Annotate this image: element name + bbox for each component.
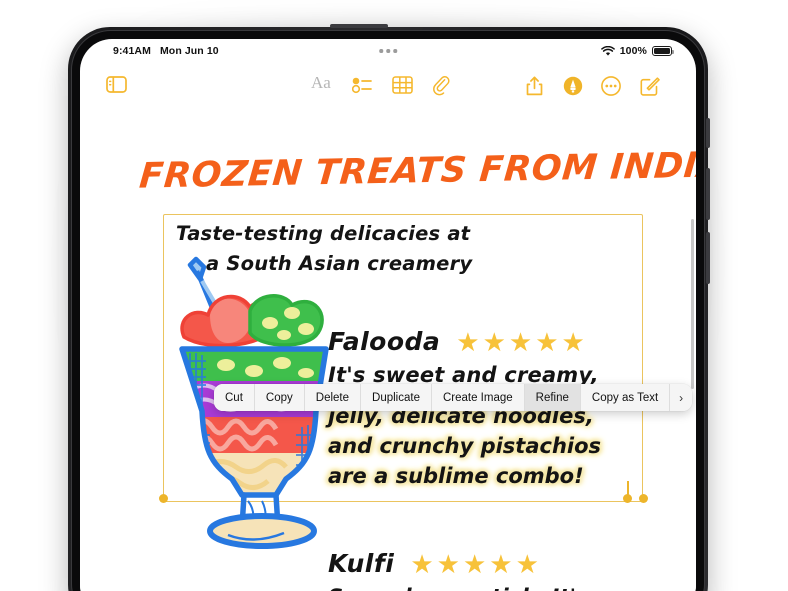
wifi-icon bbox=[600, 45, 615, 57]
status-bar: 9:41AM Mon Jun 10 100% bbox=[80, 39, 696, 63]
status-bar-right: 100% bbox=[600, 45, 674, 57]
format-aa-button[interactable]: Aa bbox=[311, 73, 331, 93]
markup-pen-icon[interactable] bbox=[563, 76, 583, 101]
context-menu-item-copy-as-text[interactable]: Copy as Text bbox=[580, 384, 671, 411]
context-menu-item-cut[interactable]: Cut bbox=[214, 384, 255, 411]
falooda-highlighted-text[interactable]: jelly, delicate noodles, and crunchy pis… bbox=[328, 401, 601, 491]
context-menu: Cut Copy Delete Duplicate Create Image R… bbox=[214, 384, 693, 411]
subtitle-line-2: a South Asian creamery bbox=[206, 252, 473, 275]
section-kulfi: Kulfi ★★★★★ Served on a stick. It's bbox=[328, 549, 589, 591]
section-falooda: Falooda ★★★★★ It's sweet and creamy, bbox=[328, 327, 599, 390]
note-page: FROZEN TREATS FROM INDIA Taste-testing d… bbox=[80, 109, 696, 591]
highlight-line-3: are a sublime combo! bbox=[328, 464, 584, 488]
ipad-screen: 9:41AM Mon Jun 10 100% Aa FROZEN TREATS … bbox=[80, 39, 696, 591]
selection-handle-right-a[interactable] bbox=[623, 494, 632, 503]
context-menu-item-refine[interactable]: Refine bbox=[524, 384, 581, 411]
context-menu-item-delete[interactable]: Delete bbox=[304, 384, 362, 411]
more-ellipsis-icon[interactable] bbox=[601, 76, 621, 101]
status-bar-left: 9:41AM Mon Jun 10 bbox=[113, 45, 219, 57]
battery-icon bbox=[652, 46, 674, 56]
vertical-scrollbar[interactable] bbox=[691, 219, 694, 389]
compose-icon[interactable] bbox=[640, 76, 660, 101]
multitasking-dots-icon[interactable] bbox=[379, 49, 397, 53]
context-menu-more-chevron-icon[interactable]: › bbox=[670, 384, 693, 411]
paperclip-icon[interactable] bbox=[433, 76, 451, 101]
kulfi-heading: Kulfi ★★★★★ bbox=[328, 549, 589, 578]
table-icon[interactable] bbox=[392, 76, 413, 99]
share-icon[interactable] bbox=[526, 76, 543, 101]
sidebar-toggle-icon[interactable] bbox=[106, 76, 127, 98]
falooda-heading: Falooda ★★★★★ bbox=[328, 327, 599, 356]
side-button-top[interactable] bbox=[706, 118, 710, 148]
note-subtitle[interactable]: Taste-testing delicacies at a South Asia… bbox=[176, 219, 472, 279]
falooda-name: Falooda bbox=[328, 327, 441, 356]
screenshot-root: 9:41AM Mon Jun 10 100% Aa FROZEN TREATS … bbox=[0, 0, 788, 591]
highlight-line-2: and crunchy pistachios bbox=[328, 434, 602, 458]
subtitle-line-1: Taste-testing delicacies at bbox=[176, 222, 471, 245]
power-button[interactable] bbox=[330, 24, 388, 28]
falooda-rating-stars: ★★★★★ bbox=[456, 326, 588, 357]
kulfi-line-1: Served on a stick. It's bbox=[328, 582, 589, 591]
note-title[interactable]: FROZEN TREATS FROM INDIA bbox=[138, 145, 696, 196]
kulfi-name: Kulfi bbox=[328, 549, 395, 578]
selection-handle-right-b[interactable] bbox=[639, 494, 648, 503]
context-menu-item-copy[interactable]: Copy bbox=[254, 384, 305, 411]
context-menu-item-duplicate[interactable]: Duplicate bbox=[361, 384, 432, 411]
battery-percent: 100% bbox=[619, 45, 647, 57]
volume-up-button[interactable] bbox=[706, 168, 710, 220]
context-menu-item-create-image[interactable]: Create Image bbox=[431, 384, 525, 411]
status-time: 9:41AM bbox=[113, 45, 151, 57]
kulfi-rating-stars: ★★★★★ bbox=[410, 548, 542, 579]
notes-toolbar: Aa bbox=[80, 65, 696, 109]
checklist-icon[interactable] bbox=[351, 76, 372, 99]
volume-down-button[interactable] bbox=[706, 232, 710, 284]
status-date: Mon Jun 10 bbox=[159, 45, 219, 57]
